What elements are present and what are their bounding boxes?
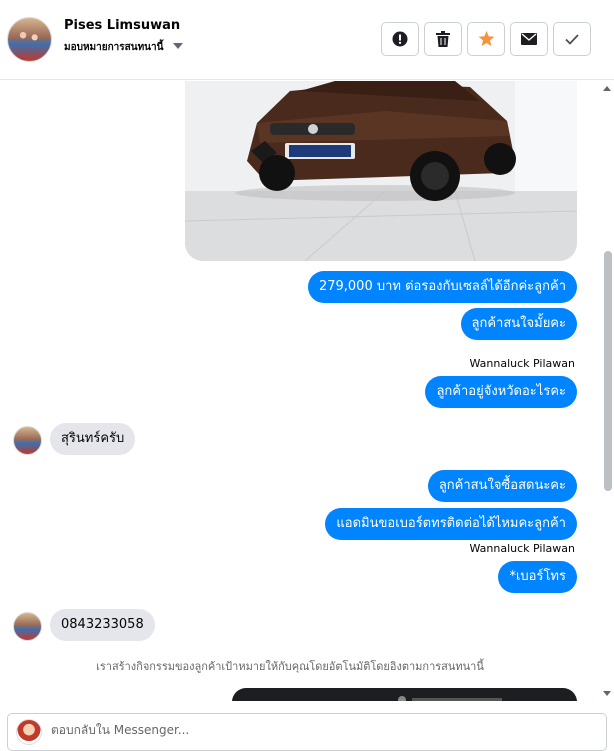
star-button[interactable]	[467, 22, 505, 56]
alert-icon	[392, 31, 408, 47]
message-outgoing[interactable]: แอดมินขอเบอร์ตทรติดต่อได้ไหมคะลูกค้า	[325, 508, 577, 540]
shared-video-preview[interactable]	[232, 688, 577, 701]
message-incoming[interactable]: สุรินทร์ครับ	[50, 423, 136, 455]
preview-avatar	[398, 696, 406, 701]
reply-composer[interactable]	[7, 713, 607, 751]
message-thread[interactable]: 279,000 บาท ต่อรองกับเซลล์ได้อีกค่ะลูกค้…	[0, 81, 614, 701]
conversation-header: Pises Limsuwan มอบหมายการสนทนานี้	[0, 0, 614, 80]
delete-button[interactable]	[424, 22, 462, 56]
contact-name[interactable]: Pises Limsuwan	[64, 18, 180, 33]
chevron-down-icon[interactable]	[173, 43, 183, 49]
contact-avatar-small[interactable]	[13, 426, 42, 455]
message-outgoing[interactable]: *เบอร์โทร	[498, 561, 577, 593]
spam-button[interactable]	[381, 22, 419, 56]
scrollbar[interactable]	[600, 81, 614, 701]
check-icon	[565, 33, 579, 45]
mark-unread-button[interactable]	[510, 22, 548, 56]
sender-name: Wannaluck Pilawan	[469, 357, 576, 370]
star-icon	[478, 31, 494, 47]
contact-avatar-small[interactable]	[13, 612, 42, 641]
sender-name: Wannaluck Pilawan	[469, 542, 576, 555]
message-outgoing[interactable]: ลูกค้าสนใจซื้อสดนะคะ	[427, 470, 577, 502]
message-outgoing[interactable]: ลูกค้าอยู่จังหวัดอะไรคะ	[425, 376, 577, 408]
assign-conversation-label[interactable]: มอบหมายการสนทนานี้	[64, 40, 163, 55]
scroll-down-icon[interactable]	[603, 691, 611, 696]
message-outgoing[interactable]: ลูกค้าสนใจมั้ยคะ	[460, 308, 577, 340]
trash-icon	[436, 31, 450, 47]
contact-avatar[interactable]	[7, 17, 52, 62]
mail-icon	[521, 33, 537, 45]
lead-activity-notice: เราสร้างกิจกรรมของลูกค้าเป้าหมายให้กับคุ…	[96, 660, 484, 673]
mark-done-button[interactable]	[553, 22, 591, 56]
car-photo[interactable]	[185, 81, 577, 261]
message-incoming[interactable]: 0843233058	[50, 609, 155, 641]
reply-input[interactable]	[51, 723, 591, 737]
preview-caption	[412, 698, 502, 701]
scroll-thumb[interactable]	[604, 251, 612, 491]
scroll-up-icon[interactable]	[603, 86, 611, 91]
message-outgoing[interactable]: 279,000 บาท ต่อรองกับเซลล์ได้อีกค่ะลูกค้…	[307, 271, 577, 303]
page-avatar	[16, 719, 42, 745]
car-image	[185, 81, 577, 261]
